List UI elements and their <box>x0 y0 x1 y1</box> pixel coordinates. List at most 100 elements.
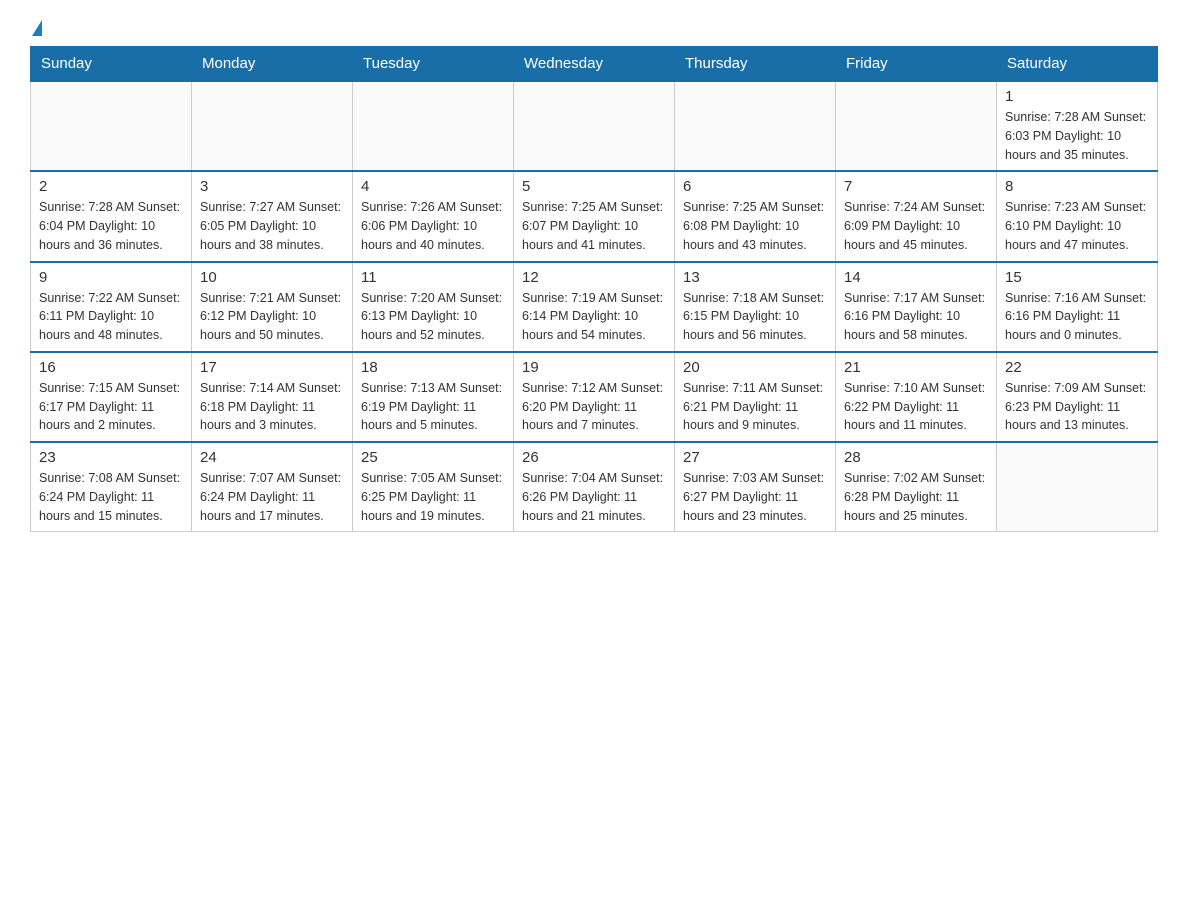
day-info: Sunrise: 7:15 AM Sunset: 6:17 PM Dayligh… <box>39 379 183 435</box>
calendar-cell <box>675 81 836 171</box>
calendar-cell: 5 Sunrise: 7:25 AM Sunset: 6:07 PM Daylig… <box>514 171 675 261</box>
calendar-cell: 14 Sunrise: 7:17 AM Sunset: 6:16 PM Dayli… <box>836 262 997 352</box>
day-number: 26 <box>522 449 666 466</box>
calendar-cell: 17 Sunrise: 7:14 AM Sunset: 6:18 PM Dayli… <box>192 352 353 442</box>
day-number: 19 <box>522 359 666 376</box>
day-info: Sunrise: 7:28 AM Sunset: 6:03 PM Dayligh… <box>1005 108 1149 164</box>
calendar-cell: 13 Sunrise: 7:18 AM Sunset: 6:15 PM Dayli… <box>675 262 836 352</box>
day-info: Sunrise: 7:07 AM Sunset: 6:24 PM Dayligh… <box>200 469 344 525</box>
day-info: Sunrise: 7:13 AM Sunset: 6:19 PM Dayligh… <box>361 379 505 435</box>
day-info: Sunrise: 7:21 AM Sunset: 6:12 PM Dayligh… <box>200 289 344 345</box>
day-info: Sunrise: 7:04 AM Sunset: 6:26 PM Dayligh… <box>522 469 666 525</box>
day-info: Sunrise: 7:05 AM Sunset: 6:25 PM Dayligh… <box>361 469 505 525</box>
calendar-cell <box>192 81 353 171</box>
calendar-cell <box>514 81 675 171</box>
day-number: 11 <box>361 269 505 286</box>
weekday-header-friday: Friday <box>836 47 997 82</box>
logo-triangle-icon <box>32 20 42 36</box>
calendar-cell <box>353 81 514 171</box>
day-info: Sunrise: 7:24 AM Sunset: 6:09 PM Dayligh… <box>844 198 988 254</box>
day-info: Sunrise: 7:25 AM Sunset: 6:08 PM Dayligh… <box>683 198 827 254</box>
calendar-cell: 26 Sunrise: 7:04 AM Sunset: 6:26 PM Dayli… <box>514 442 675 532</box>
calendar-cell: 24 Sunrise: 7:07 AM Sunset: 6:24 PM Dayli… <box>192 442 353 532</box>
calendar-cell: 22Sunrise: 7:09 AM Sunset: 6:23 PM Dayli… <box>997 352 1158 442</box>
day-number: 21 <box>844 359 988 376</box>
calendar-cell: 19 Sunrise: 7:12 AM Sunset: 6:20 PM Dayli… <box>514 352 675 442</box>
calendar-cell: 20 Sunrise: 7:11 AM Sunset: 6:21 PM Dayli… <box>675 352 836 442</box>
calendar-cell: 6 Sunrise: 7:25 AM Sunset: 6:08 PM Daylig… <box>675 171 836 261</box>
day-info: Sunrise: 7:14 AM Sunset: 6:18 PM Dayligh… <box>200 379 344 435</box>
calendar-cell: 2 Sunrise: 7:28 AM Sunset: 6:04 PM Daylig… <box>31 171 192 261</box>
day-number: 23 <box>39 449 183 466</box>
calendar-cell: 15 Sunrise: 7:16 AM Sunset: 6:16 PM Dayli… <box>997 262 1158 352</box>
calendar-cell <box>836 81 997 171</box>
calendar-cell: 4 Sunrise: 7:26 AM Sunset: 6:06 PM Daylig… <box>353 171 514 261</box>
day-info: Sunrise: 7:16 AM Sunset: 6:16 PM Dayligh… <box>1005 289 1149 345</box>
day-number: 7 <box>844 178 988 195</box>
calendar-week-row: 1 Sunrise: 7:28 AM Sunset: 6:03 PM Daylig… <box>31 81 1158 171</box>
day-number: 14 <box>844 269 988 286</box>
day-info: Sunrise: 7:27 AM Sunset: 6:05 PM Dayligh… <box>200 198 344 254</box>
day-info: Sunrise: 7:03 AM Sunset: 6:27 PM Dayligh… <box>683 469 827 525</box>
calendar-cell <box>31 81 192 171</box>
day-info: Sunrise: 7:26 AM Sunset: 6:06 PM Dayligh… <box>361 198 505 254</box>
day-number: 8 <box>1005 178 1149 195</box>
day-info: Sunrise: 7:11 AM Sunset: 6:21 PM Dayligh… <box>683 379 827 435</box>
calendar-body: 1 Sunrise: 7:28 AM Sunset: 6:03 PM Daylig… <box>31 81 1158 532</box>
weekday-header-tuesday: Tuesday <box>353 47 514 82</box>
day-number: 24 <box>200 449 344 466</box>
calendar-week-row: 2 Sunrise: 7:28 AM Sunset: 6:04 PM Daylig… <box>31 171 1158 261</box>
day-number: 9 <box>39 269 183 286</box>
day-info: Sunrise: 7:09 AM Sunset: 6:23 PM Dayligh… <box>1005 379 1149 435</box>
day-info: Sunrise: 7:28 AM Sunset: 6:04 PM Dayligh… <box>39 198 183 254</box>
logo <box>30 20 42 36</box>
day-info: Sunrise: 7:08 AM Sunset: 6:24 PM Dayligh… <box>39 469 183 525</box>
day-number: 20 <box>683 359 827 376</box>
weekday-header-sunday: Sunday <box>31 47 192 82</box>
day-number: 25 <box>361 449 505 466</box>
page-header <box>30 20 1158 36</box>
day-info: Sunrise: 7:20 AM Sunset: 6:13 PM Dayligh… <box>361 289 505 345</box>
day-number: 13 <box>683 269 827 286</box>
day-info: Sunrise: 7:10 AM Sunset: 6:22 PM Dayligh… <box>844 379 988 435</box>
day-info: Sunrise: 7:22 AM Sunset: 6:11 PM Dayligh… <box>39 289 183 345</box>
day-number: 10 <box>200 269 344 286</box>
weekday-header-monday: Monday <box>192 47 353 82</box>
calendar-cell: 25 Sunrise: 7:05 AM Sunset: 6:25 PM Dayli… <box>353 442 514 532</box>
calendar-cell: 27 Sunrise: 7:03 AM Sunset: 6:27 PM Dayli… <box>675 442 836 532</box>
calendar-cell <box>997 442 1158 532</box>
calendar-header: SundayMondayTuesdayWednesdayThursdayFrid… <box>31 47 1158 82</box>
day-info: Sunrise: 7:23 AM Sunset: 6:10 PM Dayligh… <box>1005 198 1149 254</box>
day-number: 17 <box>200 359 344 376</box>
calendar-week-row: 9 Sunrise: 7:22 AM Sunset: 6:11 PM Daylig… <box>31 262 1158 352</box>
day-number: 2 <box>39 178 183 195</box>
weekday-header-wednesday: Wednesday <box>514 47 675 82</box>
weekday-header-thursday: Thursday <box>675 47 836 82</box>
day-number: 5 <box>522 178 666 195</box>
calendar-cell: 3Sunrise: 7:27 AM Sunset: 6:05 PM Daylig… <box>192 171 353 261</box>
calendar-cell: 11 Sunrise: 7:20 AM Sunset: 6:13 PM Dayli… <box>353 262 514 352</box>
day-info: Sunrise: 7:19 AM Sunset: 6:14 PM Dayligh… <box>522 289 666 345</box>
day-number: 4 <box>361 178 505 195</box>
calendar-cell: 1 Sunrise: 7:28 AM Sunset: 6:03 PM Daylig… <box>997 81 1158 171</box>
calendar-cell: 16 Sunrise: 7:15 AM Sunset: 6:17 PM Dayli… <box>31 352 192 442</box>
calendar-cell: 10 Sunrise: 7:21 AM Sunset: 6:12 PM Dayli… <box>192 262 353 352</box>
calendar-cell: 8 Sunrise: 7:23 AM Sunset: 6:10 PM Daylig… <box>997 171 1158 261</box>
day-info: Sunrise: 7:02 AM Sunset: 6:28 PM Dayligh… <box>844 469 988 525</box>
day-info: Sunrise: 7:25 AM Sunset: 6:07 PM Dayligh… <box>522 198 666 254</box>
calendar-week-row: 16 Sunrise: 7:15 AM Sunset: 6:17 PM Dayli… <box>31 352 1158 442</box>
day-number: 16 <box>39 359 183 376</box>
weekday-header-row: SundayMondayTuesdayWednesdayThursdayFrid… <box>31 47 1158 82</box>
day-info: Sunrise: 7:12 AM Sunset: 6:20 PM Dayligh… <box>522 379 666 435</box>
weekday-header-saturday: Saturday <box>997 47 1158 82</box>
day-number: 27 <box>683 449 827 466</box>
day-info: Sunrise: 7:17 AM Sunset: 6:16 PM Dayligh… <box>844 289 988 345</box>
calendar-cell: 12Sunrise: 7:19 AM Sunset: 6:14 PM Dayli… <box>514 262 675 352</box>
day-number: 1 <box>1005 88 1149 105</box>
calendar-cell: 23 Sunrise: 7:08 AM Sunset: 6:24 PM Dayli… <box>31 442 192 532</box>
calendar-table: SundayMondayTuesdayWednesdayThursdayFrid… <box>30 46 1158 532</box>
calendar-cell: 21 Sunrise: 7:10 AM Sunset: 6:22 PM Dayli… <box>836 352 997 442</box>
day-number: 15 <box>1005 269 1149 286</box>
day-number: 6 <box>683 178 827 195</box>
day-info: Sunrise: 7:18 AM Sunset: 6:15 PM Dayligh… <box>683 289 827 345</box>
